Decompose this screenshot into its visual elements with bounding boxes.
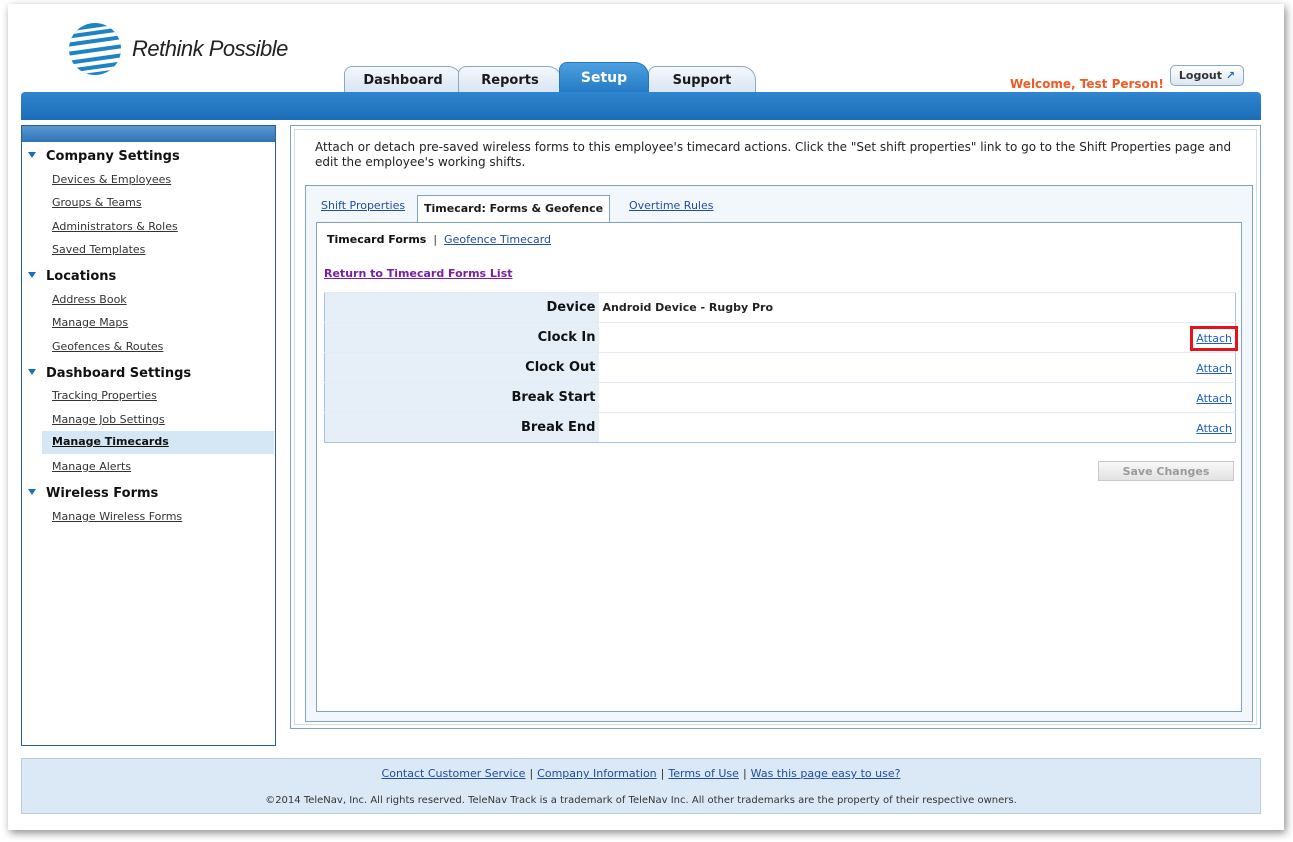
save-changes-button[interactable]: Save Changes	[1098, 461, 1234, 481]
tab-overtime-rules[interactable]: Overtime Rules	[629, 199, 713, 212]
tab-shift-properties[interactable]: Shift Properties	[321, 199, 405, 212]
expand-triangle-icon	[28, 152, 36, 158]
content-frame: Attach or detach pre-saved wireless form…	[294, 129, 1257, 725]
logout-arrow-icon: ↗	[1225, 69, 1236, 82]
timecard-panel: Shift Properties Timecard: Forms & Geofe…	[305, 185, 1253, 722]
subtabs: Timecard Forms | Geofence Timecard	[327, 233, 551, 246]
sidebar-section-wireless-forms[interactable]: Wireless Forms	[28, 486, 158, 501]
sidebar-item-saved-templates[interactable]: Saved Templates	[52, 243, 145, 256]
welcome-message: Welcome, Test Person!	[1010, 77, 1164, 91]
table-row: Device Android Device - Rugby Pro	[324, 292, 1236, 323]
break-end-label: Break End	[324, 412, 599, 443]
sidebar-item-manage-wireless-forms[interactable]: Manage Wireless Forms	[52, 510, 182, 523]
sidebar-item-tracking-properties[interactable]: Tracking Properties	[52, 389, 157, 402]
footer-separator: |	[660, 767, 665, 780]
sidebar-section-company-settings[interactable]: Company Settings	[28, 149, 180, 164]
table-row: Clock In Attach	[324, 322, 1238, 353]
subtab-geofence-timecard[interactable]: Geofence Timecard	[444, 233, 551, 246]
clock-out-label: Clock Out	[324, 352, 599, 383]
timecard-forms-table: Device Android Device - Rugby Pro Clock …	[324, 292, 1238, 443]
sidebar-item-address-book[interactable]: Address Book	[52, 293, 127, 306]
clock-out-attach-link[interactable]: Attach	[1196, 362, 1232, 375]
break-start-label: Break Start	[324, 382, 599, 413]
sidebar-item-manage-job-settings[interactable]: Manage Job Settings	[52, 413, 165, 426]
logout-label: Logout	[1178, 69, 1223, 82]
sidebar-section-locations[interactable]: Locations	[28, 269, 116, 284]
tab-setup[interactable]: Setup	[559, 62, 649, 94]
clock-in-attach-link[interactable]: Attach	[1190, 325, 1238, 351]
clock-in-label: Clock In	[324, 322, 599, 353]
break-end-attach-link[interactable]: Attach	[1196, 422, 1232, 435]
section-title: Dashboard Settings	[46, 366, 192, 381]
device-value: Android Device - Rugby Pro	[598, 292, 1236, 323]
break-start-attach-link[interactable]: Attach	[1196, 392, 1232, 405]
table-row: Break Start Attach	[324, 382, 1236, 413]
footer-link-feedback[interactable]: Was this page easy to use?	[751, 767, 901, 780]
footer-separator: |	[742, 767, 747, 780]
expand-triangle-icon	[28, 272, 36, 278]
header-bar	[21, 92, 1261, 120]
subtab-separator: |	[433, 233, 438, 246]
footer: Contact Customer Service | Company Informa…	[21, 758, 1261, 814]
sidebar-item-administrators-roles[interactable]: Administrators & Roles	[52, 220, 178, 233]
sidebar-item-geofences-routes[interactable]: Geofences & Routes	[52, 340, 163, 353]
tab-timecard-forms-geofence[interactable]: Timecard: Forms & Geofence	[417, 195, 611, 223]
section-title: Wireless Forms	[46, 486, 159, 501]
footer-links: Contact Customer Service | Company Informa…	[22, 767, 1260, 780]
sidebar-item-manage-timecards[interactable]: Manage Timecards	[42, 431, 274, 454]
sidebar-item-devices-employees[interactable]: Devices & Employees	[52, 173, 171, 186]
device-label: Device	[324, 292, 599, 323]
table-row: Clock Out Attach	[324, 352, 1236, 383]
main-content: Attach or detach pre-saved wireless form…	[290, 125, 1261, 729]
footer-separator: |	[529, 767, 534, 780]
section-title: Locations	[46, 269, 117, 284]
copyright: ©2014 TeleNav, Inc. All rights reserved.…	[265, 795, 1017, 806]
sidebar-item-groups-teams[interactable]: Groups & Teams	[52, 196, 142, 209]
page-description: Attach or detach pre-saved wireless form…	[315, 140, 1232, 169]
footer-link-company-info[interactable]: Company Information	[537, 767, 657, 780]
sidebar: Company Settings Devices & Employees Gro…	[21, 125, 276, 746]
return-to-forms-list-link[interactable]: Return to Timecard Forms List	[324, 267, 513, 280]
footer-link-contact[interactable]: Contact Customer Service	[382, 767, 526, 780]
tab-support[interactable]: Support	[648, 66, 756, 94]
section-title: Company Settings	[46, 149, 180, 164]
att-globe-icon	[69, 23, 121, 75]
table-row: Break End Attach	[324, 412, 1236, 443]
expand-triangle-icon	[28, 369, 36, 375]
sidebar-item-manage-alerts[interactable]: Manage Alerts	[52, 460, 131, 473]
panel-body: Timecard Forms | Geofence Timecard Return …	[316, 222, 1242, 712]
subtab-timecard-forms: Timecard Forms	[327, 233, 427, 246]
footer-link-terms[interactable]: Terms of Use	[668, 767, 739, 780]
tab-reports[interactable]: Reports	[458, 66, 562, 94]
brand-tagline: Rethink Possible	[132, 36, 288, 61]
expand-triangle-icon	[28, 489, 36, 495]
tab-dashboard[interactable]: Dashboard	[344, 66, 462, 94]
sidebar-section-dashboard-settings[interactable]: Dashboard Settings	[28, 366, 191, 381]
logout-button[interactable]: Logout ↗	[1170, 65, 1244, 86]
sidebar-item-manage-maps[interactable]: Manage Maps	[52, 316, 128, 329]
sidebar-header	[22, 126, 275, 142]
